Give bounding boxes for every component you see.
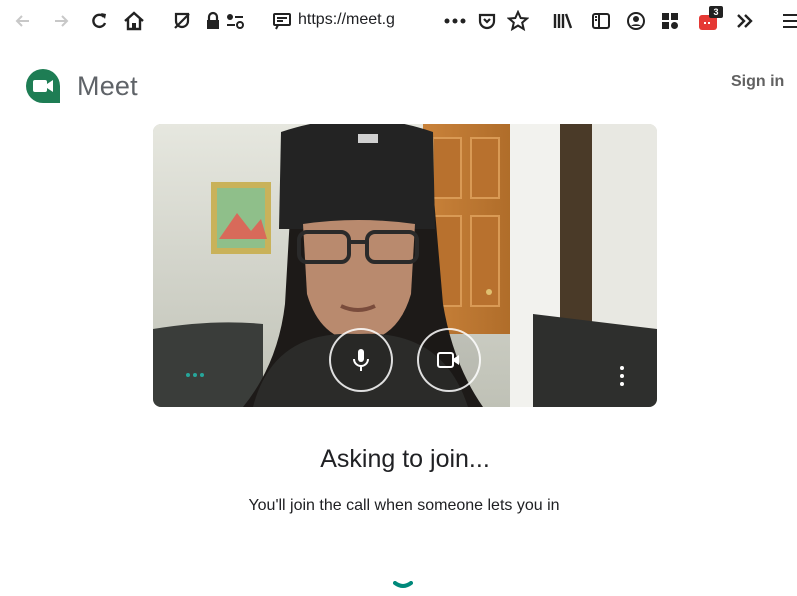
camera-preview-image <box>153 124 657 407</box>
sign-in-link[interactable]: Sign in <box>731 73 784 91</box>
url-text[interactable]: https://meet.g <box>298 11 408 29</box>
camera-preview <box>153 124 657 407</box>
home-icon[interactable] <box>121 8 147 34</box>
extensions-icon[interactable] <box>657 8 683 34</box>
status-message: You'll join the call when someone lets y… <box>248 497 560 514</box>
meet-logo-icon <box>24 67 62 105</box>
notification-count: 3 <box>709 6 723 18</box>
menu-icon[interactable] <box>778 8 797 34</box>
browser-toolbar: https://meet.g 3 <box>0 0 797 44</box>
bookmark-star-icon[interactable] <box>505 8 531 34</box>
more-icon[interactable] <box>442 8 468 34</box>
reload-icon[interactable] <box>86 8 112 34</box>
pocket-icon[interactable] <box>474 8 500 34</box>
microphone-icon <box>353 349 369 371</box>
audio-level-indicator <box>186 373 204 377</box>
back-icon[interactable] <box>10 8 36 34</box>
library-icon[interactable] <box>550 8 576 34</box>
sidebar-icon[interactable] <box>588 8 614 34</box>
more-options-icon[interactable] <box>615 366 629 386</box>
overflow-icon[interactable] <box>732 8 758 34</box>
tracking-protection-icon[interactable] <box>169 8 195 34</box>
loading-spinner-icon <box>393 578 413 588</box>
status-heading: Asking to join... <box>320 445 490 473</box>
camera-icon <box>437 352 459 368</box>
brand-name: Meet <box>77 71 138 101</box>
forward-icon[interactable] <box>48 8 74 34</box>
page-action-icon[interactable] <box>269 8 295 34</box>
camera-button[interactable] <box>417 328 481 392</box>
permissions-icon[interactable] <box>222 8 248 34</box>
account-icon[interactable] <box>623 8 649 34</box>
microphone-button[interactable] <box>329 328 393 392</box>
